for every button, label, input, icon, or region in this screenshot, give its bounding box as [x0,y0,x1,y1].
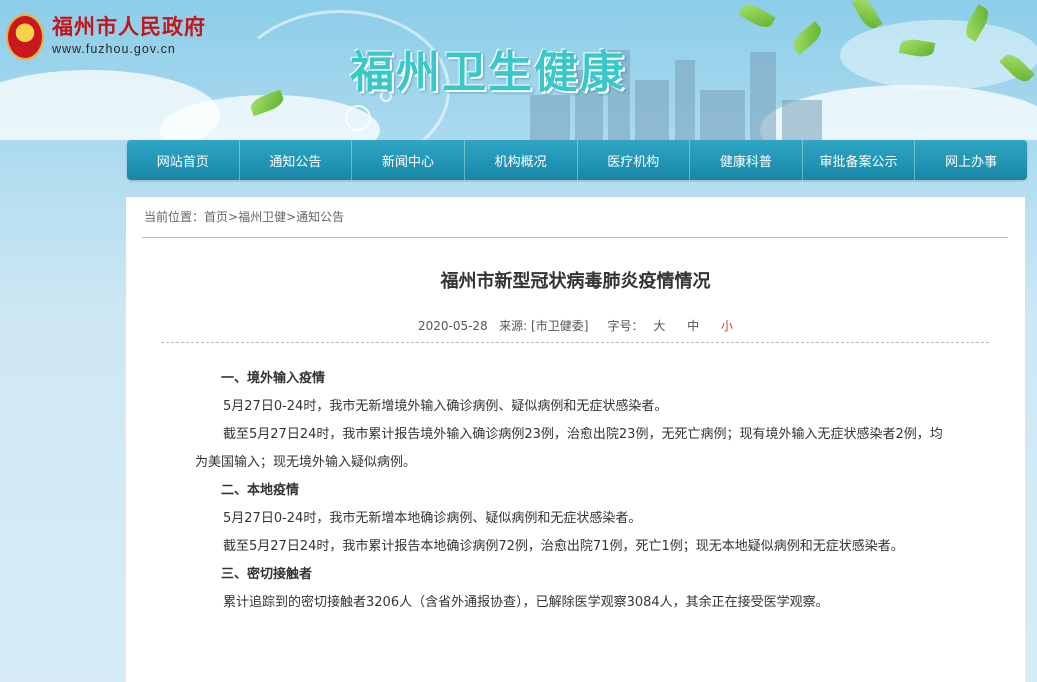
article-source: [市卫健委] [531,319,589,333]
article-meta: 2020-05-28 来源: [市卫健委] 字号： 大 中 小 [126,317,1025,334]
font-size-label: 字号： [607,319,644,333]
nav-item-notices[interactable]: 通知公告 [240,140,353,180]
breadcrumb: 当前位置：首页>福州卫健>通知公告 [144,208,344,225]
nav-item-about[interactable]: 机构概况 [465,140,578,180]
breadcrumb-separator: > [286,210,297,224]
font-size-small-button[interactable]: 小 [721,319,733,333]
article-body: 一、境外输入疫情 5月27日0-24时，我市无新增境外输入确诊病例、疑似病例和无… [195,365,955,617]
nav-item-approval-publicity[interactable]: 审批备案公示 [803,140,916,180]
breadcrumb-prefix: 当前位置： [144,210,205,224]
section-heading: 一、境外输入疫情 [221,371,326,386]
gov-url: www.fuzhou.gov.cn [52,42,176,56]
meta-divider [161,342,989,343]
bubble-decoration [345,105,371,131]
article-paragraph: 5月27日0-24时，我市无新增本地确诊病例、疑似病例和无症状感染者。 [223,511,642,526]
article-paragraph: 截至5月27日24时，我市累计报告境外输入确诊病例23例，治愈出院23例，无死亡… [195,427,943,470]
gov-logo[interactable]: 福州市人民政府 www.fuzhou.gov.cn [6,14,206,60]
gov-name: 福州市人民政府 [52,14,206,39]
article-paragraph: 累计追踪到的密切接触者3206人（含省外通报协查），已解除医学观察3084人，其… [223,595,829,610]
breadcrumb-home[interactable]: 首页 [204,210,228,224]
nav-item-home[interactable]: 网站首页 [127,140,240,180]
site-title: 福州卫生健康 [350,47,626,98]
main-nav: 网站首页 通知公告 新闻中心 机构概况 医疗机构 健康科普 审批备案公示 网上办… [127,140,1027,180]
article-paragraph: 5月27日0-24时，我市无新增境外输入确诊病例、疑似病例和无症状感染者。 [223,399,668,414]
nav-item-health-science[interactable]: 健康科普 [690,140,803,180]
section-heading: 三、密切接触者 [221,567,313,582]
content-panel: 当前位置：首页>福州卫健>通知公告 福州市新型冠状病毒肺炎疫情情况 2020-0… [126,197,1025,682]
breadcrumb-separator: > [228,210,239,224]
breadcrumb-divider [142,237,1008,238]
article-paragraph: 截至5月27日24时，我市累计报告本地确诊病例72例，治愈出院71例，死亡1例；… [223,539,904,554]
nav-item-news[interactable]: 新闻中心 [352,140,465,180]
nav-item-medical-institutions[interactable]: 医疗机构 [578,140,691,180]
font-size-medium-button[interactable]: 中 [687,319,699,333]
site-banner: 福州市人民政府 www.fuzhou.gov.cn 福州卫生健康 [0,0,1037,140]
national-emblem-icon [6,14,44,60]
article-title: 福州市新型冠状病毒肺炎疫情情况 [440,271,711,292]
nav-item-online-services[interactable]: 网上办事 [915,140,1027,180]
section-heading: 二、本地疫情 [221,483,300,498]
breadcrumb-fuzhou-health[interactable]: 福州卫健 [238,210,286,224]
breadcrumb-notices[interactable]: 通知公告 [296,210,344,224]
font-size-large-button[interactable]: 大 [653,319,665,333]
article-date: 2020-05-28 [417,319,488,333]
leaf-decoration [738,0,776,32]
article-source-label: 来源: [499,319,528,333]
